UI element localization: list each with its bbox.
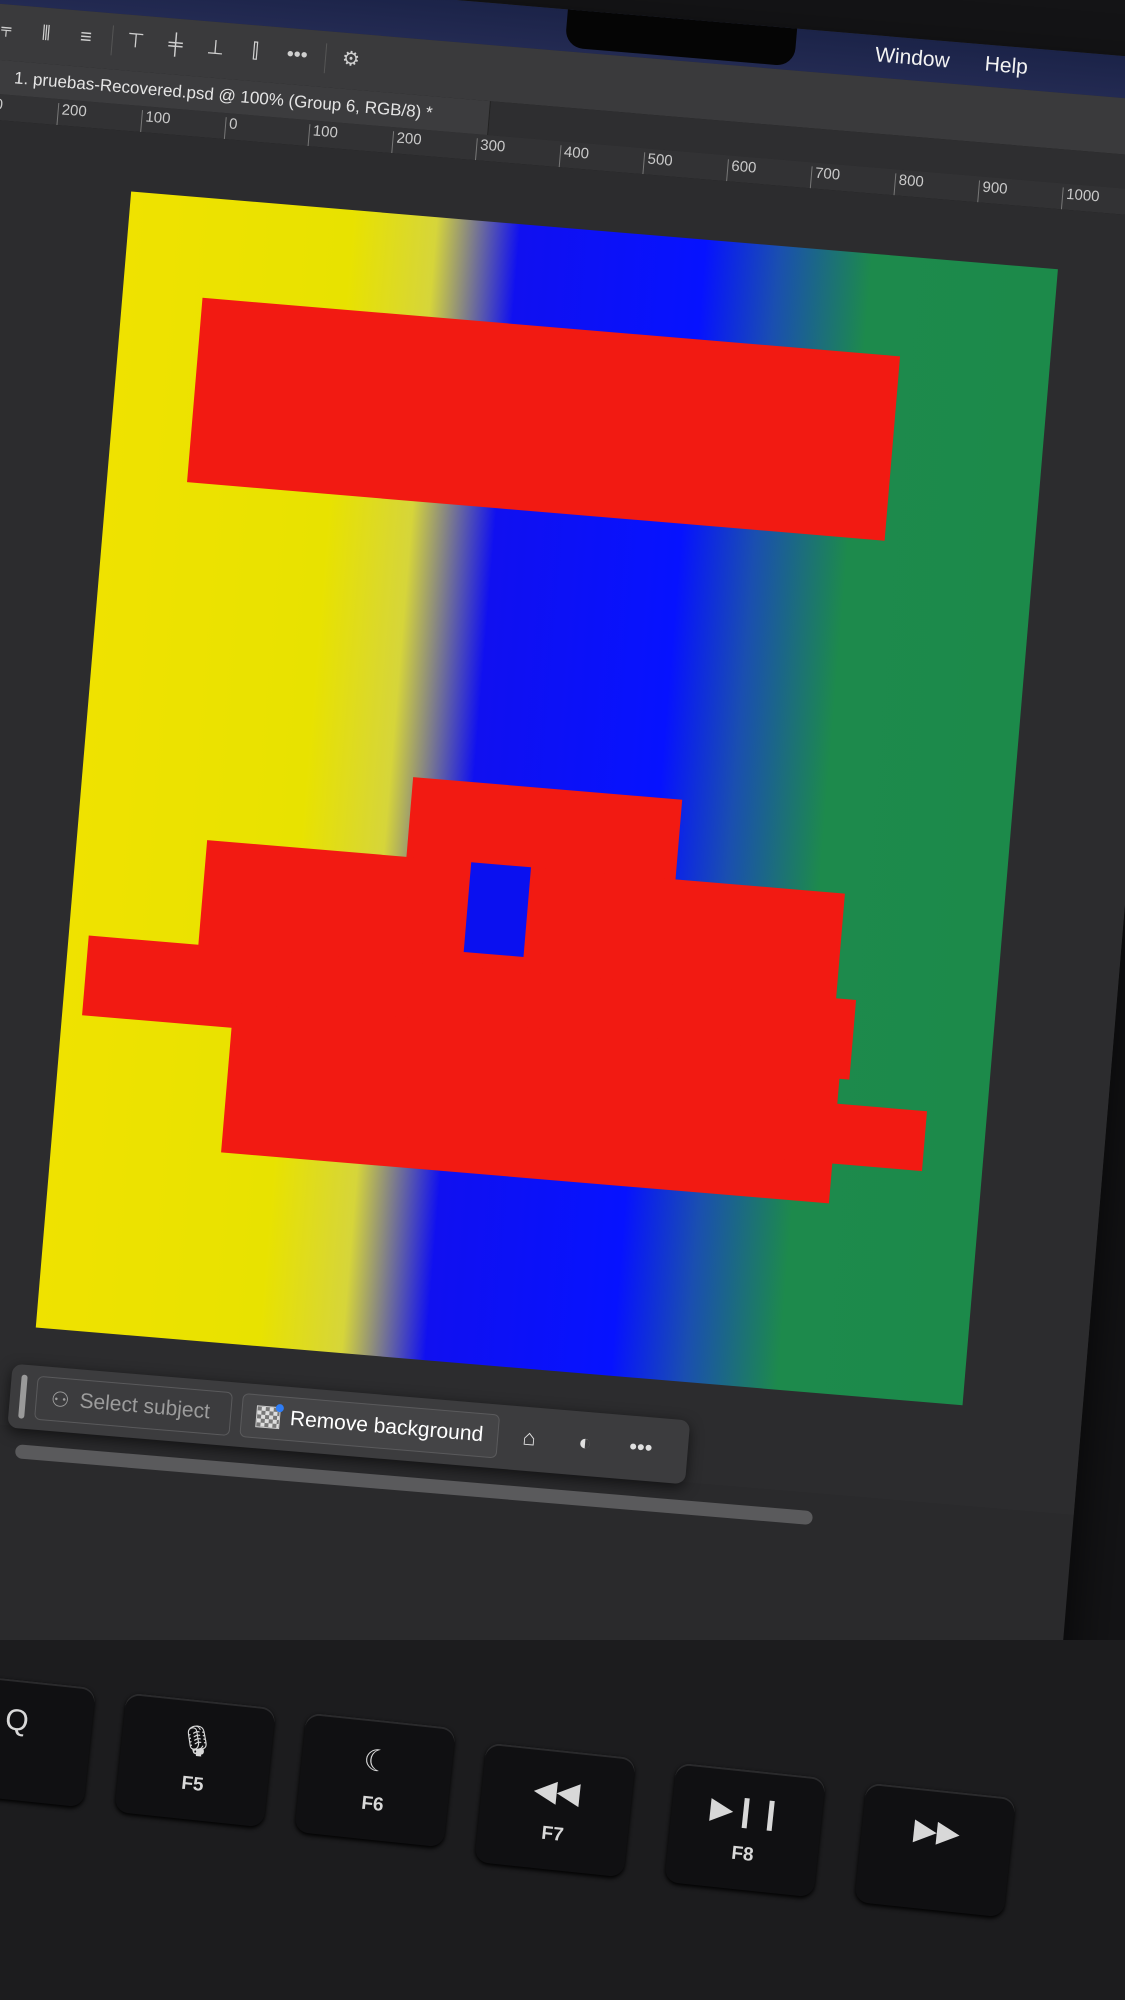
key-label: F7 (540, 1822, 565, 1846)
ruler-tick-label: 100 (144, 108, 172, 128)
ruler-tick-label: 400 (563, 143, 590, 163)
key-f5[interactable]: 🎙 F5 (114, 1692, 276, 1828)
ruler-tick-label: 0 (228, 115, 239, 134)
align-horizontal-centers-icon[interactable]: ⫴ (33, 21, 59, 47)
fast-forward-icon: ▶▶ (912, 1812, 962, 1851)
ruler-tick-label: 200 (61, 101, 88, 121)
divider (110, 25, 114, 56)
align-top-edges-icon[interactable]: ⊤ (123, 28, 149, 54)
drag-handle[interactable] (18, 1374, 28, 1419)
key-label: F5 (180, 1772, 205, 1796)
ruler-tick-label: 300 (0, 94, 4, 114)
ruler-tick-label: 900 (981, 178, 1009, 198)
select-subject-label: Select subject (78, 1389, 211, 1424)
play-pause-icon: ▶❙❙ (708, 1791, 786, 1832)
ruler-tick (307, 124, 311, 147)
ruler-tick (977, 180, 981, 203)
key-label: F8 (730, 1842, 755, 1866)
remove-background-button[interactable]: Remove background (239, 1393, 501, 1459)
microphone-icon: 🎙 (176, 1723, 218, 1761)
divider (323, 43, 328, 74)
ruler-tick-label: 300 (479, 136, 506, 156)
ruler-tick (56, 103, 60, 126)
key-label (859, 1856, 1008, 1872)
laptop-screen: Window Help ⫧ ⫴ ≡ ⊤ ╪ ⊥ ⫿ ••• ⚙ Adobe Ph… (0, 0, 1125, 1777)
align-left-edges-icon[interactable]: ⫧ (0, 17, 19, 43)
ruler-tick (642, 152, 646, 175)
key-label (0, 1746, 88, 1762)
ruler-tick-label: 600 (730, 157, 758, 177)
ruler-tick (223, 117, 227, 140)
search-icon: Q (3, 1702, 31, 1739)
document-canvas[interactable] (35, 191, 1058, 1406)
blue-dot-badge (275, 1403, 285, 1413)
key-f7[interactable]: ◀◀ F7 (474, 1742, 636, 1878)
remove-background-icon (255, 1403, 285, 1430)
ruler-tick-label: 200 (395, 129, 423, 149)
distribute-icon[interactable]: ⫿ (242, 38, 268, 64)
blue-window-cutout (463, 862, 532, 957)
ruler-tick (391, 131, 395, 154)
key-f8[interactable]: ▶❙❙ F8 (664, 1762, 826, 1898)
red-bar-top[interactable] (187, 297, 901, 541)
remove-background-label: Remove background (289, 1407, 485, 1447)
ruler-tick-label: 500 (646, 150, 674, 170)
key-label: F6 (360, 1792, 385, 1816)
key-f6[interactable]: ☾ F6 (294, 1712, 456, 1848)
ruler-tick (474, 138, 478, 161)
lasso-icon[interactable]: ⌂ (513, 1422, 545, 1454)
ruler-tick-label: 800 (898, 171, 925, 191)
canvas-area[interactable]: ⚇ Select subject Remove background ⌂ ◐ •… (0, 117, 1125, 1526)
moon-icon: ☾ (361, 1743, 393, 1780)
person-icon: ⚇ (49, 1387, 71, 1413)
menu-window[interactable]: Window (874, 43, 950, 73)
keyboard: Q 🎙 F5 ☾ F6 ◀◀ F7 ▶❙❙ F8 ▶▶ (0, 1640, 1125, 2000)
adjustment-circle-icon[interactable]: ◐ (569, 1427, 601, 1459)
key-search[interactable]: Q (0, 1672, 96, 1808)
ruler-tick-label: 1000 (1065, 185, 1101, 206)
menu-help[interactable]: Help (984, 52, 1029, 80)
align-right-edges-icon[interactable]: ≡ (73, 24, 99, 50)
ruler-tick-label: 700 (814, 164, 841, 184)
ruler-tick (558, 145, 562, 168)
more-options-icon[interactable]: ••• (625, 1431, 657, 1463)
ruler-tick (140, 110, 144, 133)
rewind-icon: ◀◀ (532, 1772, 582, 1811)
ruler-tick (726, 159, 729, 182)
more-options-icon[interactable]: ••• (284, 42, 310, 68)
align-bottom-edges-icon[interactable]: ⊥ (202, 35, 228, 61)
align-vertical-centers-icon[interactable]: ╪ (163, 32, 189, 58)
ruler-tick-label: 100 (312, 122, 339, 142)
ruler-tick (809, 166, 813, 189)
photo-scene: Window Help ⫧ ⫴ ≡ ⊤ ╪ ⊥ ⫿ ••• ⚙ Adobe Ph… (0, 0, 1125, 2000)
gear-icon[interactable]: ⚙ (338, 46, 364, 72)
ruler-tick (1060, 187, 1064, 210)
key-f9[interactable]: ▶▶ (854, 1782, 1016, 1918)
ruler-tick (893, 173, 897, 196)
select-subject-button[interactable]: ⚇ Select subject (34, 1375, 234, 1437)
